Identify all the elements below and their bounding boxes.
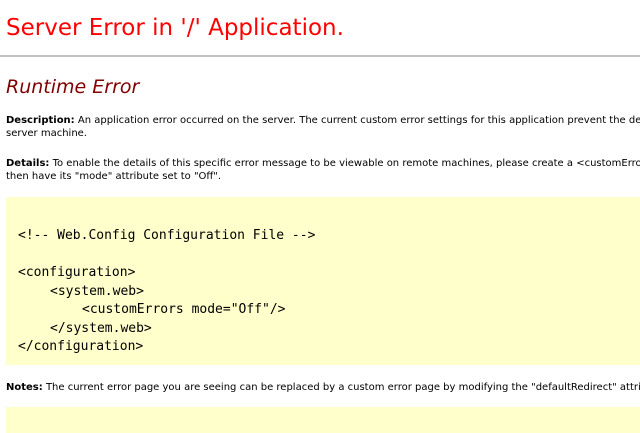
details-paragraph: Details: To enable the details of this s… [6,157,640,183]
details-label: Details: [6,158,50,169]
page-title: Server Error in '/' Application. [6,15,344,41]
description-line-1: Description: An application error occurr… [6,114,640,127]
error-page: Server Error in '/' Application. Runtime… [0,0,640,433]
code-comment: <!-- Web.Config Configuration File --> [18,228,316,243]
description-line-2: server machine. [6,128,87,139]
description-text: An application error occurred on the ser… [74,115,640,126]
notes-code-block [6,407,640,433]
description-paragraph: Description: An application error occurr… [6,114,640,140]
code-configuration-close: </configuration> [18,339,144,354]
code-configuration-open: <configuration> [18,265,136,280]
notes-paragraph: Notes: The current error page you are se… [6,381,640,394]
details-line-2: then have its "mode" attribute set to "O… [6,171,222,182]
details-text: To enable the details of this specific e… [49,158,640,169]
notes-text: The current error page you are seeing ca… [42,382,640,393]
notes-line-1: Notes: The current error page you are se… [6,381,640,394]
notes-label: Notes: [6,382,43,393]
code-system-web-close: </system.web> [50,320,152,336]
title-divider [0,55,640,57]
code-custom-errors: <customErrors mode="Off"/> [82,302,286,317]
config-code-block: <!-- Web.Config Configuration File --> <… [6,197,640,365]
config-code-content: <!-- Web.Config Configuration File --> <… [18,227,315,357]
error-type-heading: Runtime Error [6,76,140,98]
description-label: Description: [6,115,75,126]
details-line-1: Details: To enable the details of this s… [6,157,640,170]
code-system-web-open: <system.web> [50,283,144,299]
